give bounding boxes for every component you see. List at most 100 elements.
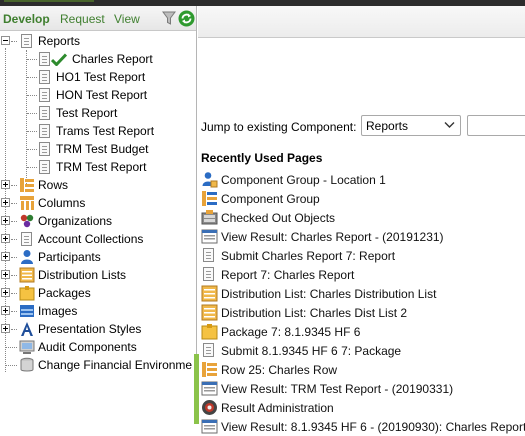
recent-item[interactable]: View Result: TRM Test Report - (20190331… [198,379,525,398]
recent-item[interactable]: Result Administration [198,398,525,417]
tab-request[interactable]: Request [60,12,105,26]
rows-icon [20,178,34,192]
report-icon [38,141,54,157]
recent-item-label: Submit Charles Report 7: Report [221,249,396,263]
result-admin-icon [202,400,217,415]
expand-toggle[interactable] [1,234,10,243]
view-result-icon [201,419,218,434]
tree-leaf-label: TRM Test Report [56,160,147,174]
tree-node-organizations[interactable]: Organizations [0,212,196,230]
tree-leaf-trm-test-report[interactable]: TRM Test Report [0,158,196,176]
tab-tools [162,10,196,27]
left-panel: Develop Request View Reports Charles Rep… [0,6,197,424]
tree-node-rows[interactable]: Rows [0,176,196,194]
tree-leaf-label: TRM Test Budget [56,142,149,156]
tree-connector [27,167,37,168]
tab-view[interactable]: View [114,12,140,26]
tree-leaf-label: Test Report [56,106,118,120]
tree-node-label: Presentation Styles [38,322,142,336]
tree-leaf-trams-test-report[interactable]: Trams Test Report [0,122,196,140]
expand-toggle[interactable] [1,216,10,225]
tree-node-packages[interactable]: Packages [0,284,196,302]
recent-item[interactable]: Submit Charles Report 7: Report [198,246,525,265]
filter-icon[interactable] [162,11,176,26]
collapse-toggle[interactable] [1,36,10,45]
tree-leaf-charles-report[interactable]: Charles Report [0,50,196,68]
row-icon [202,362,217,377]
tree-node-account-collections[interactable]: Account Collections [0,230,196,248]
recent-item[interactable]: View Result: Charles Report - (20191231) [198,227,525,246]
recent-item-label: Distribution List: Charles Distribution … [221,287,437,301]
component-type-select[interactable]: Reports [361,115,461,136]
expand-toggle[interactable] [1,252,10,261]
tree-leaf-label: HON Test Report [56,88,148,102]
tree-node-change-financial-environment[interactable]: Change Financial Environme [0,356,196,374]
expand-toggle[interactable] [1,306,10,315]
tree-leaf-label: HO1 Test Report [56,70,146,84]
tree-connector [27,149,37,150]
recent-item[interactable]: Distribution List: Charles Dist List 2 [198,303,525,322]
recent-item-label: Result Administration [221,401,334,415]
tree-node-label: Distribution Lists [38,268,127,282]
report-icon [38,69,54,85]
panel-resize-handle[interactable] [194,354,199,424]
tree-connector [11,41,17,42]
recent-item[interactable]: Package 7: 8.1.9345 HF 6 [198,322,525,341]
recent-item[interactable]: Component Group - Location 1 [198,170,525,189]
recent-item[interactable]: Checked Out Objects [198,208,525,227]
view-result-icon [201,381,218,396]
recent-item[interactable]: Report 7: Charles Report [198,265,525,284]
expand-toggle[interactable] [1,270,10,279]
tree-connector [11,203,17,204]
tree-connector [11,185,17,186]
recent-item-label: Package 7: 8.1.9345 HF 6 [221,325,361,339]
tree-connector [27,59,37,60]
tab-develop[interactable]: Develop [3,12,50,26]
tree-leaf-label: Charles Report [72,52,153,66]
distribution-list-icon [201,304,218,321]
tree-leaf-hon-test-report[interactable]: HON Test Report [0,86,196,104]
distribution-list-icon [201,285,218,302]
tree-leaf-test-report[interactable]: Test Report [0,104,196,122]
tree-node-images[interactable]: Images [0,302,196,320]
database-icon [20,357,34,372]
recent-item[interactable]: Submit 8.1.9345 HF 6 7: Package [198,341,525,360]
recent-item-label: Component Group [221,192,320,206]
jump-label: Jump to existing Component: [201,120,357,134]
tree-node-label: Change Financial Environme [38,358,193,372]
tree-node-columns[interactable]: Columns [0,194,196,212]
recent-item[interactable]: View Result: 8.1.9345 HF 6 - (20190930):… [198,417,525,436]
expand-toggle[interactable] [1,324,10,333]
refresh-icon[interactable] [178,10,195,27]
tree-node-audit-components[interactable]: Audit Components [0,338,196,356]
tree-node-label: Images [38,304,78,318]
recent-item[interactable]: Distribution List: Charles Distribution … [198,284,525,303]
reports-icon [19,33,35,49]
recent-item-label: Component Group - Location 1 [221,173,386,187]
packages-icon [19,286,35,301]
tree-node-reports[interactable]: Reports [0,32,196,50]
tree-node-presentation-styles[interactable]: Presentation Styles [0,320,196,338]
recent-item[interactable]: Row 25: Charles Row [198,360,525,379]
distribution-lists-icon [19,267,35,283]
expand-toggle[interactable] [1,180,10,189]
expand-toggle[interactable] [1,288,10,297]
tree-connector [27,113,37,114]
recent-item-label: Submit 8.1.9345 HF 6 7: Package [221,344,402,358]
tree-node-participants[interactable]: Participants [0,248,196,266]
component-group-icon [202,172,218,188]
document-icon [201,342,218,359]
tree-connector [27,77,37,78]
recent-item[interactable]: Component Group [198,189,525,208]
tree-node-label: Packages [38,286,91,300]
component-search-input[interactable] [467,115,525,136]
tree-leaf-trm-test-budget[interactable]: TRM Test Budget [0,140,196,158]
tree-connector [11,257,17,258]
recent-item-label: Row 25: Charles Row [221,363,338,377]
tree-leaf-ho1-test-report[interactable]: HO1 Test Report [0,68,196,86]
participants-icon [21,250,33,264]
tree-node-distribution-lists[interactable]: Distribution Lists [0,266,196,284]
expand-toggle[interactable] [1,198,10,207]
recent-item-label: Report 7: Charles Report [221,268,355,282]
tree-connector [11,329,17,330]
